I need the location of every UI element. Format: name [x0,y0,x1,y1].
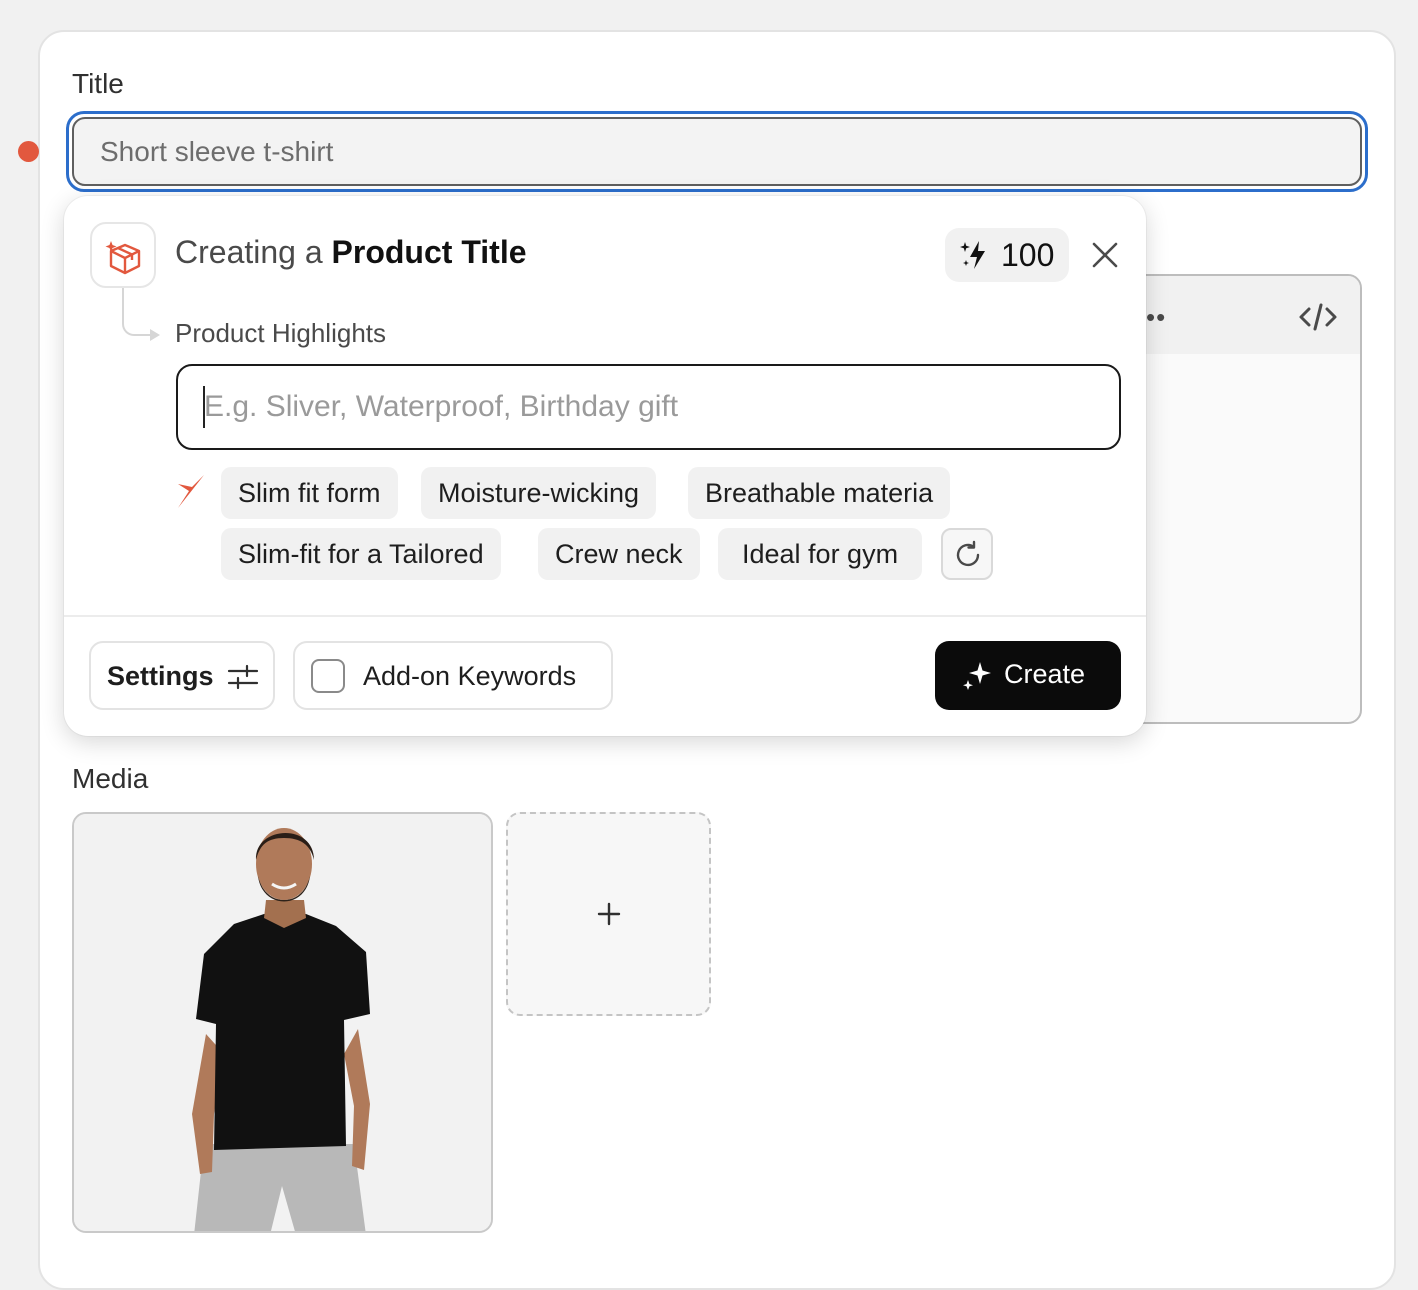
close-icon[interactable] [1086,236,1124,274]
settings-button[interactable]: Settings [89,641,275,710]
suggestion-chip[interactable]: Slim-fit for a Tailored [221,528,501,580]
plus-icon [597,902,621,926]
product-image[interactable] [72,812,493,1233]
add-media-button[interactable] [506,812,711,1016]
suggestion-chip[interactable]: Crew neck [538,528,700,580]
ai-title-popup: Creating a Product Title 100 Product Hig… [64,196,1146,736]
title-label: Title [72,68,124,99]
sparkle-bolt-icon [960,241,985,269]
addon-keywords-checkbox[interactable] [311,659,345,693]
popup-divider [64,615,1146,617]
tree-connector [122,288,152,336]
product-box-icon [90,222,156,288]
suggestion-chip[interactable]: Slim fit form [221,467,398,519]
title-input[interactable] [72,117,1362,186]
settings-label: Settings [107,661,214,691]
addon-keywords-toggle[interactable]: Add-on Keywords [293,641,613,710]
code-icon[interactable] [1298,300,1338,334]
suggestion-chip[interactable]: Moisture-wicking [421,467,657,519]
sliders-icon [227,664,259,690]
text-caret [203,386,205,428]
refresh-suggestions-button[interactable] [941,528,993,580]
addon-keywords-label: Add-on Keywords [363,661,577,691]
media-label: Media [72,763,149,794]
product-photo [74,814,491,1231]
sparkles-icon [963,662,991,690]
refresh-icon [956,540,980,567]
credits-value: 100 [1001,237,1055,273]
highlights-label: Product Highlights [175,318,386,348]
title-input-focus-ring [66,111,1368,192]
create-button[interactable]: Create [935,641,1121,710]
popup-title-strong: Product Title [331,234,527,270]
suggestion-chip[interactable]: Breathable materia [688,467,951,519]
suggestion-chip[interactable]: Ideal for gym [718,528,923,580]
ai-spark-icon [178,475,204,508]
popup-title: Creating a Product Title [175,234,527,271]
connector-arrow-icon [150,329,160,341]
create-label: Create [1004,659,1086,689]
more-dots-icon[interactable]: •• [1146,302,1166,333]
highlights-input[interactable] [176,364,1121,450]
popup-title-prefix: Creating a [175,234,332,270]
credits-badge: 100 [945,228,1069,282]
status-dot [18,141,39,162]
